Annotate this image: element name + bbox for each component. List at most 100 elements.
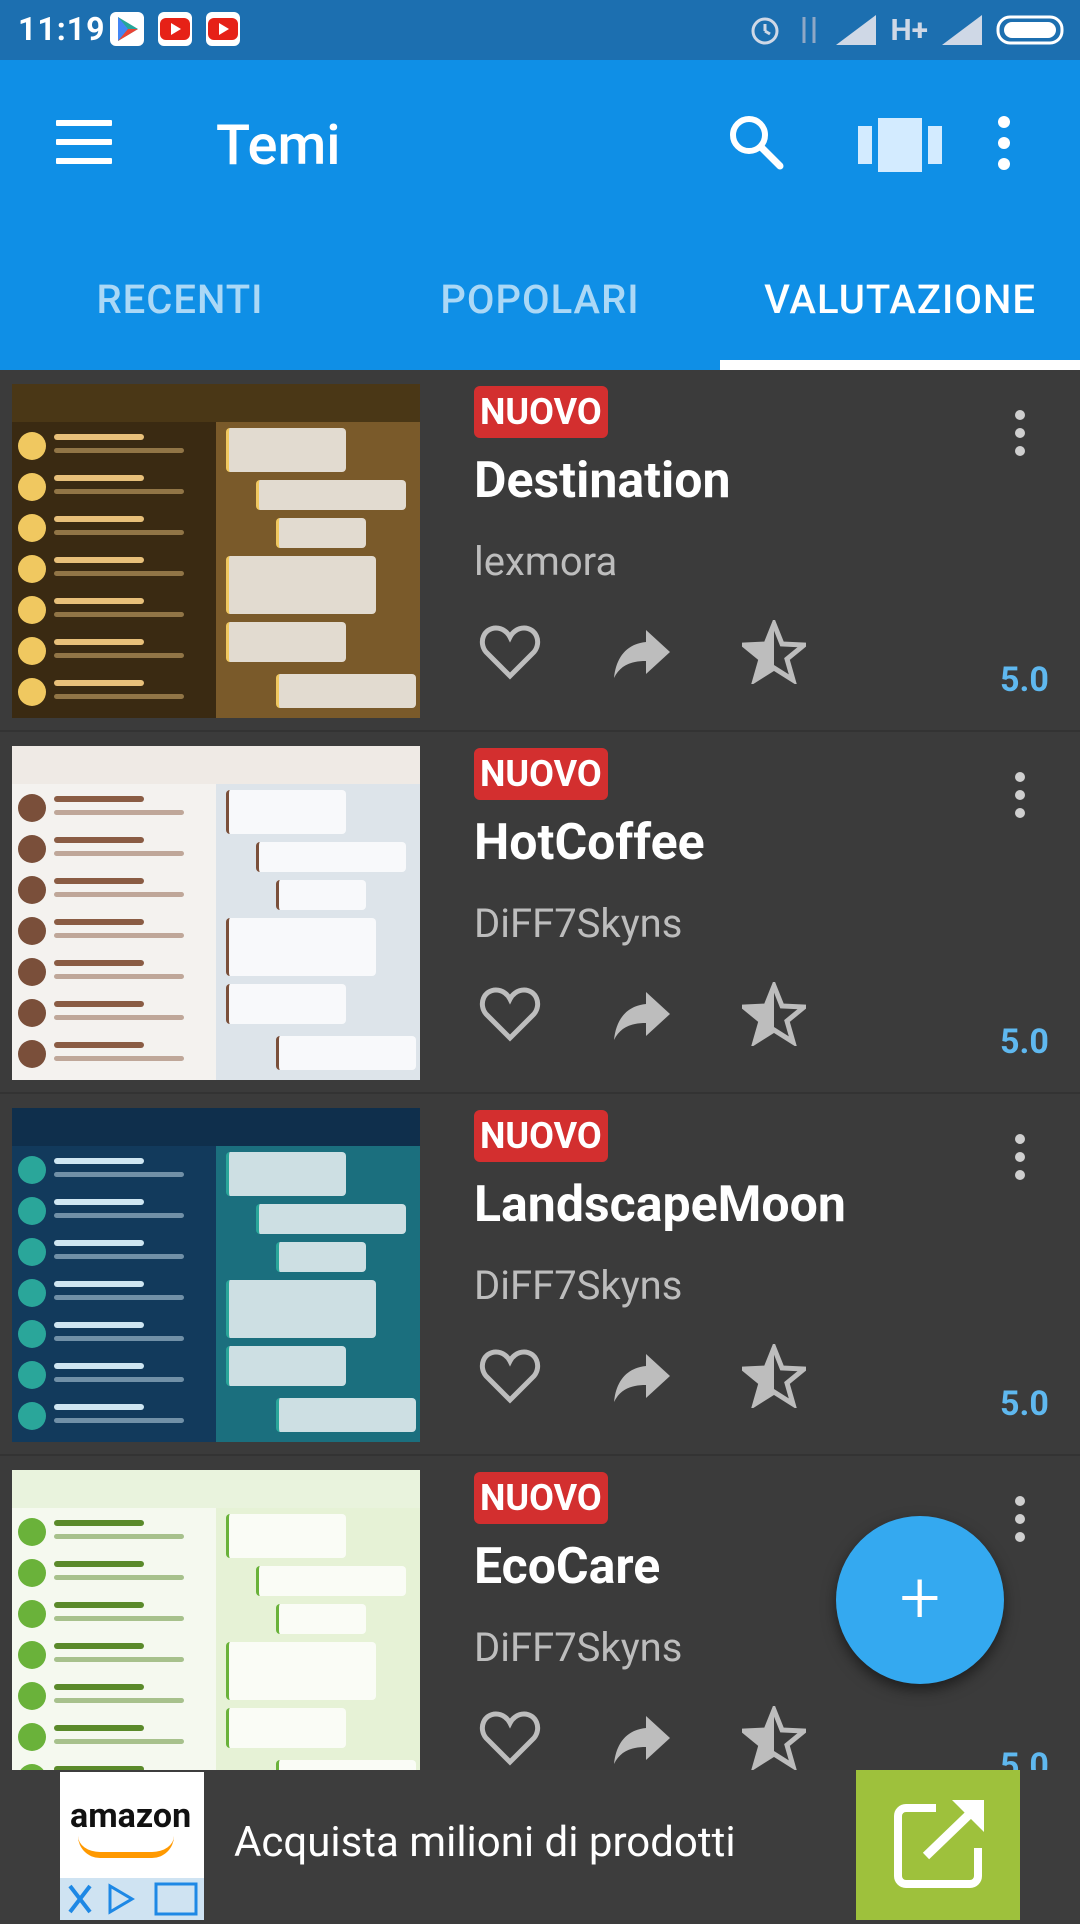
preview-chat-row xyxy=(18,1275,210,1315)
preview-message-bubble xyxy=(226,790,346,834)
more-vert-icon[interactable] xyxy=(1010,410,1030,460)
star-icon[interactable] xyxy=(742,1706,806,1770)
preview-message-bubble xyxy=(256,842,406,872)
star-icon[interactable] xyxy=(742,620,806,684)
preview-chat-row xyxy=(18,872,210,912)
heart-icon[interactable] xyxy=(478,1706,542,1770)
preview-message-bubble xyxy=(226,1280,376,1338)
preview-message-bubble xyxy=(226,622,346,662)
tab-valutazione[interactable]: VALUTAZIONE xyxy=(720,250,1080,370)
share-icon[interactable] xyxy=(610,1344,674,1408)
preview-chat xyxy=(216,746,420,1080)
tab-popolari[interactable]: POPOLARI xyxy=(360,250,720,370)
preview-message-bubble xyxy=(276,1760,416,1770)
ad-banner[interactable]: amazon Acquista milioni di prodotti xyxy=(0,1770,1080,1920)
preview-chat-row xyxy=(18,674,210,714)
tab-bar: RECENTI POPOLARI VALUTAZIONE xyxy=(0,250,1080,370)
preview-header xyxy=(216,384,420,422)
theme-author[interactable]: lexmora xyxy=(474,538,617,585)
add-theme-button[interactable]: + xyxy=(836,1516,1004,1684)
theme-author[interactable]: DiFF7Skyns xyxy=(474,1262,682,1309)
preview-message-bubble xyxy=(256,480,406,510)
preview-chat-list xyxy=(12,1108,216,1442)
search-icon[interactable] xyxy=(726,112,786,172)
more-vert-icon[interactable] xyxy=(992,116,1016,176)
tab-recenti[interactable]: RECENTI xyxy=(0,250,360,370)
heart-icon[interactable] xyxy=(478,982,542,1046)
heart-icon[interactable] xyxy=(478,620,542,684)
share-icon[interactable] xyxy=(610,982,674,1046)
battery-icon xyxy=(996,15,1064,45)
cards-view-icon[interactable] xyxy=(858,118,942,172)
preview-chat-row xyxy=(18,1596,210,1636)
preview-chat-row xyxy=(18,1514,210,1554)
preview-chat-row xyxy=(18,1760,210,1770)
preview-message-bubble xyxy=(226,1346,346,1386)
rating-value: 5.0 xyxy=(1000,1746,1049,1770)
theme-preview-image[interactable] xyxy=(12,384,420,718)
theme-author[interactable]: DiFF7Skyns xyxy=(474,1624,682,1671)
theme-name: LandscapeMoon xyxy=(474,1176,846,1234)
preview-chat xyxy=(216,384,420,718)
preview-chat xyxy=(216,1470,420,1770)
preview-chat-row xyxy=(18,1398,210,1438)
status-time: 11:19 xyxy=(18,10,106,48)
preview-chat-row xyxy=(18,510,210,550)
preview-message-bubble xyxy=(276,1036,416,1070)
page-title: Temi xyxy=(216,112,341,178)
preview-message-bubble xyxy=(226,1708,346,1748)
preview-chat-row xyxy=(18,1719,210,1759)
preview-chat-row xyxy=(18,790,210,830)
theme-author[interactable]: DiFF7Skyns xyxy=(474,900,682,947)
theme-name: Destination xyxy=(474,452,731,510)
preview-chat-list xyxy=(12,746,216,1080)
rating-value: 5.0 xyxy=(1000,1022,1049,1062)
preview-header xyxy=(216,746,420,784)
preview-message-bubble xyxy=(276,1242,366,1272)
new-badge: NUOVO xyxy=(474,386,608,438)
preview-message-bubble xyxy=(226,918,376,976)
open-external-button[interactable] xyxy=(856,1770,1020,1920)
ad-text[interactable]: Acquista milioni di prodotti xyxy=(234,1818,736,1867)
amazon-logo: amazon xyxy=(60,1772,204,1920)
share-icon[interactable] xyxy=(610,1706,674,1770)
signal-icon xyxy=(836,15,877,45)
preview-header xyxy=(216,1470,420,1508)
preview-chat-row xyxy=(18,469,210,509)
preview-chat-row xyxy=(18,633,210,673)
preview-chat-row xyxy=(18,1678,210,1718)
preview-chat-row xyxy=(18,1152,210,1192)
theme-card[interactable]: NUOVO HotCoffee DiFF7Skyns 5.0 xyxy=(0,732,1080,1094)
theme-card[interactable]: NUOVO LandscapeMoon DiFF7Skyns 5.0 xyxy=(0,1094,1080,1456)
menu-icon[interactable] xyxy=(56,120,112,164)
preview-chat-row xyxy=(18,1357,210,1397)
star-icon[interactable] xyxy=(742,1344,806,1408)
theme-preview-image[interactable] xyxy=(12,1470,420,1770)
status-icons: H+ xyxy=(748,8,1068,52)
preview-message-bubble xyxy=(256,1566,406,1596)
more-vert-icon[interactable] xyxy=(1010,772,1030,822)
share-icon[interactable] xyxy=(610,620,674,684)
preview-message-bubble xyxy=(276,518,366,548)
more-vert-icon[interactable] xyxy=(1010,1496,1030,1546)
theme-preview-image[interactable] xyxy=(12,1108,420,1442)
data-arrows-icon xyxy=(802,17,816,43)
ad-choices-icon[interactable] xyxy=(60,1878,204,1920)
preview-message-bubble xyxy=(226,556,376,614)
theme-card[interactable]: NUOVO Destination lexmora 5.0 xyxy=(0,370,1080,732)
new-badge: NUOVO xyxy=(474,1110,608,1162)
preview-chat-row xyxy=(18,592,210,632)
preview-chat-row xyxy=(18,1193,210,1233)
preview-chat-row xyxy=(18,1036,210,1076)
preview-header xyxy=(12,1108,216,1146)
heart-icon[interactable] xyxy=(478,1344,542,1408)
star-icon[interactable] xyxy=(742,982,806,1046)
status-bar: 11:19 H+ xyxy=(0,0,1080,60)
preview-message-bubble xyxy=(276,880,366,910)
preview-chat-row xyxy=(18,954,210,994)
preview-chat-row xyxy=(18,551,210,591)
ad-brand: amazon xyxy=(70,1796,192,1836)
theme-preview-image[interactable] xyxy=(12,746,420,1080)
preview-message-bubble xyxy=(276,674,416,708)
more-vert-icon[interactable] xyxy=(1010,1134,1030,1184)
